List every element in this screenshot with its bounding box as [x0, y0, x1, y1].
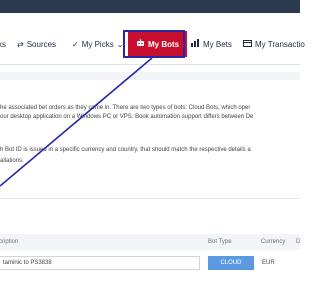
description-line-2: our desktop application on a Windows PC … — [0, 114, 254, 120]
bot-type-cloud-button[interactable]: CLOUD — [208, 256, 254, 270]
top-bar — [0, 0, 300, 13]
chart-icon — [191, 39, 200, 49]
nav-item-my-transactions[interactable]: My Transactio — [243, 37, 305, 51]
column-header-currency: Currency — [261, 239, 286, 245]
nav-item-my-bets[interactable]: My Bets — [191, 37, 232, 51]
nav-item-picks-partial[interactable]: ks — [0, 37, 6, 51]
description-line-1: he associated bet orders as they come in… — [0, 105, 251, 111]
nav-item-label: My Picks — [81, 39, 114, 49]
check-icon: ✓ — [72, 39, 79, 49]
nav-item-my-picks[interactable]: ✓ My Picks ⌄ — [72, 37, 123, 51]
nav-item-sources[interactable]: ⇄ Sources — [17, 37, 56, 51]
description-line-3: h Bot ID is issued in a specific currenc… — [0, 147, 251, 153]
bot-description-field[interactable]: taminic to PS3838 — [0, 256, 200, 270]
section-bar — [0, 72, 300, 80]
column-header-bot-type: Bot Type — [208, 239, 232, 245]
highlight-box — [123, 30, 185, 58]
description-line-4: allations. — [0, 158, 24, 164]
table-header: cription Bot Type Currency D — [0, 234, 300, 250]
divider — [0, 198, 300, 199]
nav-item-label: My Bets — [203, 39, 232, 49]
column-header-description: cription — [0, 239, 19, 245]
column-header-extra: D — [296, 239, 301, 245]
card-icon — [243, 39, 252, 49]
table-row: taminic to PS3838 CLOUD EUR — [0, 255, 300, 273]
nav-item-label: My Transactio — [255, 39, 305, 49]
nav-item-label: ks — [0, 39, 6, 49]
currency-value: EUR — [262, 260, 275, 266]
nav-item-label: Sources — [26, 39, 57, 49]
arrows-icon: ⇄ — [17, 39, 24, 49]
